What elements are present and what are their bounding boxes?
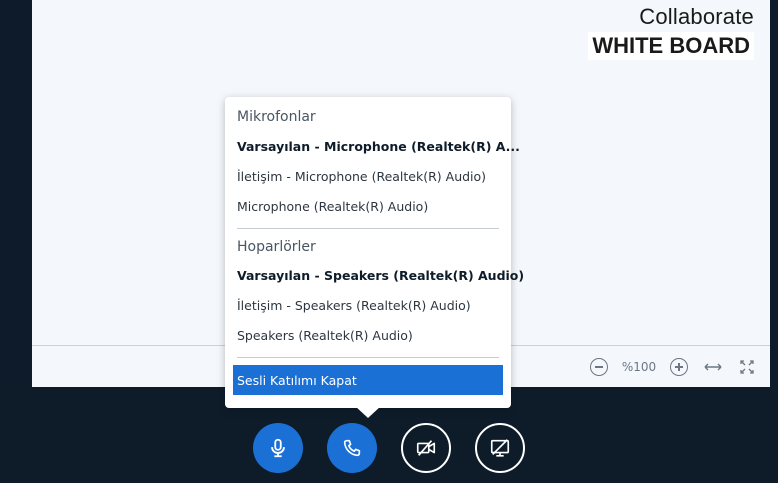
microphone-button[interactable] [253,423,303,473]
audio-phone-button[interactable] [327,423,377,473]
microphone-icon [271,438,285,458]
app-root: Collaborate WHITE BOARD %100 Mikrofonlar… [0,0,778,483]
phone-icon [343,439,361,457]
section-divider [237,357,499,358]
brand-line-2: WHITE BOARD [588,32,754,60]
popup-pointer [355,406,381,418]
fullscreen-button[interactable] [730,352,764,382]
fullscreen-icon [740,360,754,374]
mic-option-default[interactable]: Varsayılan - Microphone (Realtek(R) A... [237,139,520,154]
media-controls [0,423,778,473]
zoom-out-button[interactable] [582,352,616,382]
mic-option-realtek[interactable]: Microphone (Realtek(R) Audio) [237,199,428,214]
audio-settings-popup: Mikrofonlar Varsayılan - Microphone (Rea… [225,97,524,408]
horizontal-arrows-icon [704,363,722,371]
fit-width-button[interactable] [696,352,730,382]
plus-circle-icon [670,358,688,376]
minus-circle-icon [590,358,608,376]
screen-share-button[interactable] [475,423,525,473]
section-divider [237,228,499,229]
zoom-in-button[interactable] [662,352,696,382]
speaker-option-realtek[interactable]: Speakers (Realtek(R) Audio) [237,328,413,343]
speaker-option-communication[interactable]: İletişim - Speakers (Realtek(R) Audio) [237,298,471,313]
brand-line-1: Collaborate [639,4,754,29]
microphones-section-title: Mikrofonlar [237,109,316,125]
leave-audio-button[interactable]: Sesli Katılımı Kapat [233,365,503,395]
right-edge [770,0,778,390]
mic-option-communication[interactable]: İletişim - Microphone (Realtek(R) Audio) [237,169,486,184]
zoom-level: %100 [621,360,657,374]
brand-logo: Collaborate WHITE BOARD [588,4,754,60]
screen-share-off-icon [490,439,510,457]
camera-off-icon [416,440,436,456]
speakers-section-title: Hoparlörler [237,239,316,255]
speaker-option-default[interactable]: Varsayılan - Speakers (Realtek(R) Audio) [237,268,524,283]
camera-button[interactable] [401,423,451,473]
